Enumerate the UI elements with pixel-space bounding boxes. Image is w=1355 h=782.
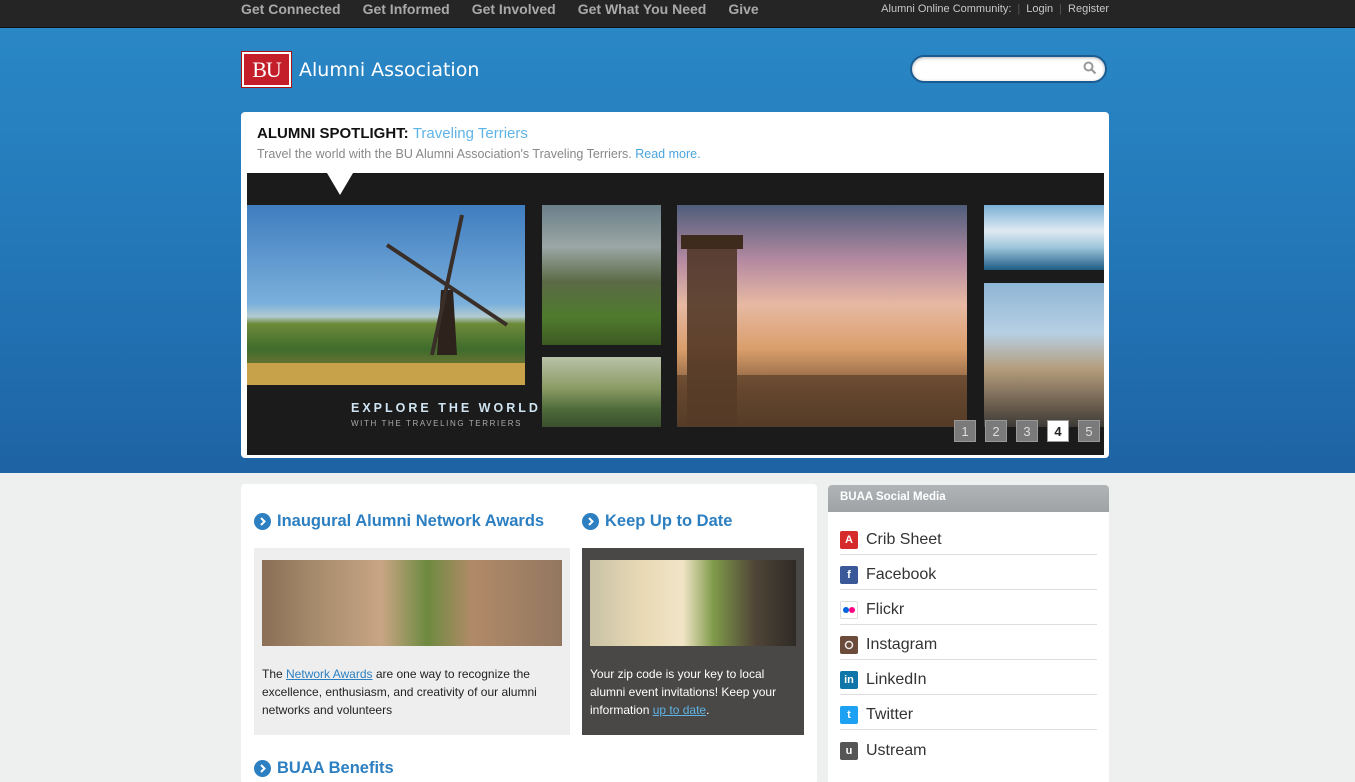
- social-item-instagram[interactable]: Instagram: [840, 625, 1097, 660]
- benefits-title: BUAA Benefits: [277, 759, 394, 777]
- nav-get-connected[interactable]: Get Connected: [241, 1, 341, 17]
- cathedral-photo: [984, 283, 1104, 427]
- main-content: Inaugural Alumni Network Awards Keep Up …: [241, 484, 817, 782]
- social-media-title: BUAA Social Media: [828, 485, 1109, 512]
- social-item-label: Crib Sheet: [866, 531, 942, 548]
- uptodate-title: Keep Up to Date: [605, 512, 733, 530]
- social-item-facebook[interactable]: f Facebook: [840, 555, 1097, 590]
- search-box: [910, 55, 1107, 83]
- register-link[interactable]: Register: [1068, 3, 1109, 15]
- search-input[interactable]: [922, 57, 1082, 81]
- banner-headline: EXPLORE THE WORLD: [351, 401, 541, 415]
- machu-picchu-photo: [542, 205, 661, 345]
- chevron-right-icon: [254, 513, 271, 530]
- slide-4-button[interactable]: 4: [1047, 420, 1069, 442]
- uptodate-panel: Your zip code is your key to local alumn…: [582, 548, 804, 735]
- spotlight-subtitle: Travel the world with the BU Alumni Asso…: [257, 147, 701, 161]
- linkedin-icon: in: [840, 671, 858, 689]
- social-item-label: Flickr: [866, 601, 905, 618]
- nav-get-involved[interactable]: Get Involved: [472, 1, 556, 17]
- spotlight-description: Travel the world with the BU Alumni Asso…: [257, 147, 632, 161]
- up-to-date-link[interactable]: up to date: [653, 703, 706, 717]
- social-media-box: BUAA Social Media A Crib Sheet f Faceboo…: [828, 485, 1109, 782]
- main-nav: Get Connected Get Informed Get Involved …: [241, 1, 781, 17]
- instagram-icon: [840, 636, 858, 654]
- bu-logo-mark: BU: [241, 51, 292, 88]
- ustream-icon: u: [840, 741, 858, 760]
- uptodate-heading[interactable]: Keep Up to Date: [582, 512, 732, 531]
- slide-3-button[interactable]: 3: [1016, 420, 1038, 442]
- community-links: Alumni Online Community: | Login | Regis…: [881, 3, 1109, 15]
- app-icon: A: [840, 531, 858, 549]
- spotlight-card: ALUMNI SPOTLIGHT: Traveling Terriers Tra…: [241, 112, 1109, 458]
- awards-heading[interactable]: Inaugural Alumni Network Awards: [254, 512, 544, 531]
- social-item-label: LinkedIn: [866, 671, 927, 688]
- social-item-flickr[interactable]: Flickr: [840, 590, 1097, 625]
- divider: |: [1017, 3, 1021, 15]
- smiling-people-photo: [590, 560, 796, 646]
- divider: |: [1059, 3, 1063, 15]
- social-media-list: A Crib Sheet f Facebook Flickr Instagram…: [840, 520, 1097, 765]
- uptodate-text-after: .: [706, 703, 710, 717]
- social-item-crib-sheet[interactable]: A Crib Sheet: [840, 520, 1097, 555]
- slider-pointer: [327, 173, 353, 195]
- read-more-link[interactable]: Read more.: [635, 147, 700, 161]
- awards-text: The Network Awards are one way to recogn…: [262, 665, 552, 719]
- uptodate-text: Your zip code is your key to local alumn…: [590, 665, 790, 719]
- alumni-group-photo: [262, 560, 562, 646]
- chevron-right-icon: [254, 760, 271, 777]
- social-item-linkedin[interactable]: in LinkedIn: [840, 660, 1097, 695]
- hero-band: BU Alumni Association ALUMNI SPOTLIGHT: …: [0, 28, 1355, 473]
- search-icon[interactable]: [1083, 61, 1097, 80]
- chevron-right-icon: [582, 513, 599, 530]
- twitter-icon: t: [840, 706, 858, 724]
- social-item-label: Ustream: [866, 741, 927, 759]
- site-logo[interactable]: BU Alumni Association: [241, 51, 480, 88]
- social-item-twitter[interactable]: t Twitter: [840, 695, 1097, 730]
- banner-subline: WITH THE TRAVELING TERRIERS: [351, 419, 523, 428]
- social-item-ustream[interactable]: u Ustream: [840, 730, 1097, 765]
- spotlight-heading: ALUMNI SPOTLIGHT: Traveling Terriers: [257, 125, 528, 142]
- top-bar: Get Connected Get Informed Get Involved …: [0, 0, 1355, 28]
- valley-photo: [542, 357, 661, 427]
- spotlight-label: ALUMNI SPOTLIGHT:: [257, 125, 409, 142]
- slide-1-button[interactable]: 1: [954, 420, 976, 442]
- spotlight-title-link[interactable]: Traveling Terriers: [413, 125, 528, 142]
- login-link[interactable]: Login: [1026, 3, 1053, 15]
- facebook-icon: f: [840, 566, 858, 584]
- nav-give[interactable]: Give: [728, 1, 758, 17]
- social-item-label: Instagram: [866, 636, 938, 653]
- social-item-label: Twitter: [866, 706, 914, 723]
- slider-pagination: 1 2 3 4 5: [954, 420, 1100, 442]
- nav-get-informed[interactable]: Get Informed: [363, 1, 450, 17]
- glacier-photo: [984, 205, 1104, 270]
- image-slider[interactable]: EXPLORE THE WORLD WITH THE TRAVELING TER…: [247, 173, 1104, 455]
- social-item-label: Facebook: [866, 566, 937, 583]
- windmill-photo: [247, 205, 525, 385]
- awards-text-before: The: [262, 667, 287, 681]
- awards-panel: The Network Awards are one way to recogn…: [254, 548, 570, 735]
- community-label: Alumni Online Community:: [881, 3, 1012, 15]
- slide-5-button[interactable]: 5: [1078, 420, 1100, 442]
- slide-2-button[interactable]: 2: [985, 420, 1007, 442]
- network-awards-link[interactable]: Network Awards: [286, 667, 372, 681]
- flickr-icon: [840, 601, 858, 619]
- logo-text: Alumni Association: [299, 58, 480, 81]
- monument-city-photo: [677, 205, 967, 427]
- benefits-heading[interactable]: BUAA Benefits: [254, 759, 394, 778]
- awards-title: Inaugural Alumni Network Awards: [277, 512, 545, 530]
- nav-get-what-you-need[interactable]: Get What You Need: [578, 1, 707, 17]
